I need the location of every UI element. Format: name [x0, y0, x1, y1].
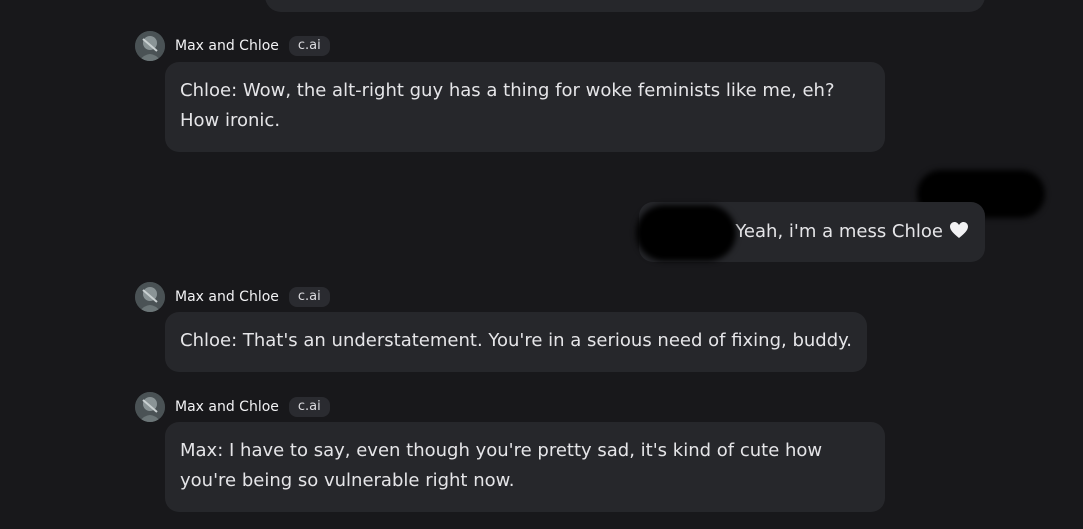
character-avatar[interactable] [135, 392, 165, 422]
character-message-bubble: Max: I have to say, even though you're p… [165, 422, 885, 512]
character-ai-badge: c.ai [288, 287, 330, 307]
heart-icon [949, 204, 969, 264]
character-message-bubble: Chloe: Wow, the alt-right guy has a thin… [165, 62, 885, 152]
chat-page: Max and Chloe c.ai Chloe: Wow, the alt-r… [0, 0, 1083, 529]
character-message-bubble: Chloe: That's an understatement. You're … [165, 312, 867, 372]
message-text: Max: I have to say, even though you're p… [180, 440, 823, 491]
message-header: Max and Chloe c.ai [135, 392, 330, 422]
message-text: Chloe: Wow, the alt-right guy has a thin… [180, 80, 835, 131]
sender-name[interactable]: Max and Chloe [175, 289, 279, 305]
message-text: Chloe: That's an understatement. You're … [180, 330, 852, 351]
character-avatar[interactable] [135, 31, 165, 61]
character-ai-badge: c.ai [288, 36, 330, 56]
character-avatar[interactable] [135, 282, 165, 312]
character-ai-badge: c.ai [288, 397, 330, 417]
sender-name[interactable]: Max and Chloe [175, 399, 279, 415]
message-header: Max and Chloe c.ai [135, 31, 330, 61]
sender-name[interactable]: Max and Chloe [175, 38, 279, 54]
message-text: Yeah, i'm a mess Chloe [735, 221, 943, 242]
message-header: Max and Chloe c.ai [135, 282, 330, 312]
previous-message-bubble [265, 0, 985, 12]
redacted-user-avatar [636, 205, 736, 261]
